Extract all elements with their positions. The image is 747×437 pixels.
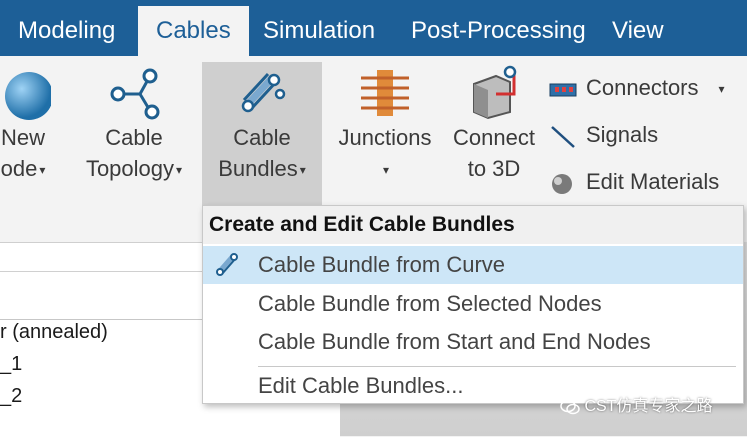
cable-bundles-label-2: Bundles [218,156,298,181]
junctions-label: Junctions [338,125,432,150]
connect-label-2: to 3D [467,156,521,181]
cable-topology-label-1: Cable [105,125,163,150]
new-node-label-2: ode [0,156,38,181]
wechat-icon [560,399,580,415]
connect-label-1: Connect [453,125,535,150]
cable-bundle-small-icon [213,250,241,290]
edit-materials-button[interactable]: Edit Materials [548,164,725,211]
connect-3d-icon [466,64,522,120]
connector-icon [548,77,578,101]
cable-bundles-label-2-wrap: Bundles ▾ [202,153,322,186]
edit-materials-label: Edit Materials [586,169,720,194]
menu-item-label: Cable Bundle from Start and End Nodes [258,329,651,354]
tab-cables[interactable]: Cables [138,6,249,56]
dropdown-arrow-icon: ▾ [718,82,725,97]
cable-topology-icon [106,64,162,120]
dropdown-arrow-icon: ▾ [39,162,46,177]
ribbon-tab-bar: Modeling Cables Simulation Post-Processi… [0,0,747,56]
tab-view[interactable]: View [594,6,682,56]
tab-post-processing[interactable]: Post-Processing [393,6,604,56]
menu-item-bundle-from-curve[interactable]: Cable Bundle from Curve [203,246,743,284]
cable-bundle-icon [234,64,290,120]
cable-topology-label-2-wrap: Topology ▾ [78,153,190,186]
menu-item-bundle-from-selected-nodes[interactable]: Cable Bundle from Selected Nodes [203,285,743,323]
cable-topology-label-2: Topology [85,156,175,181]
connect-to-3d-button[interactable]: Connect to 3D [446,64,542,184]
cable-bundles-button[interactable]: Cable Bundles ▾ [202,62,322,206]
small-button-group: Connectors ▾ Signals Edit Materials [548,70,725,211]
junction-icon [357,64,413,120]
tab-simulation[interactable]: Simulation [245,6,393,56]
cable-bundles-dropdown-menu: Create and Edit Cable Bundles Cable Bund… [202,205,744,404]
signals-label: Signals [586,122,659,147]
tree-item[interactable]: r (annealed) [0,321,108,344]
dropdown-arrow-icon: ▾ [176,162,183,177]
tree-item[interactable]: _1 [0,353,22,376]
material-sphere-icon [548,171,578,195]
signal-line-icon [548,124,578,149]
menu-item-label: Cable Bundle from Curve [258,252,506,277]
signals-button[interactable]: Signals [548,117,725,164]
dropdown-arrow-icon: ▾ [382,162,390,177]
new-node-button[interactable]: New ode ▾ [0,64,58,186]
dropdown-arrow-icon: ▾ [299,162,306,177]
menu-item-label: Edit Cable Bundles... [258,373,464,398]
connectors-label: Connectors [586,75,699,100]
tab-modeling[interactable]: Modeling [0,6,133,56]
junctions-button[interactable]: Junctions ▾ [333,64,437,186]
menu-item-label: Cable Bundle from Selected Nodes [258,291,602,316]
tree-item[interactable]: _2 [0,385,22,408]
watermark: CST仿真专家之路 [560,392,712,416]
new-node-label-1: New [0,125,45,150]
menu-header: Create and Edit Cable Bundles [203,206,743,244]
watermark-text: CST仿真专家之路 [584,398,713,415]
node-sphere-icon [0,64,53,120]
menu-item-bundle-from-start-end-nodes[interactable]: Cable Bundle from Start and End Nodes [203,323,743,361]
cable-bundles-label-1: Cable [233,125,291,150]
junctions-arrow-wrap: ▾ [333,153,437,186]
new-node-label-2-wrap: ode ▾ [0,153,58,186]
connectors-button[interactable]: Connectors ▾ [548,70,725,117]
cable-topology-button[interactable]: Cable Topology ▾ [78,64,190,186]
